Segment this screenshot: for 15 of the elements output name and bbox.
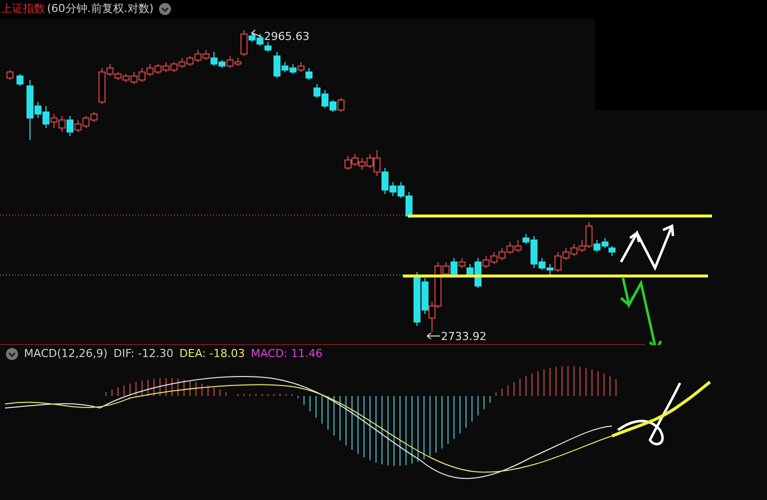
high-price-marker [252, 30, 262, 38]
indicator-name: MACD(12,26,9) [24, 346, 108, 360]
high-price-label: 2965.63 [264, 30, 310, 43]
low-price-label: 2733.92 [441, 330, 486, 343]
macd-value: MACD: 11.46 [250, 346, 322, 360]
projected-dif-drawing [617, 382, 682, 446]
down-arrow-drawing [620, 276, 662, 345]
arrow-icon [426, 332, 440, 340]
dif-value: DIF: -12.30 [114, 346, 174, 360]
chart-params: (60分钟.前复权.对数) [47, 2, 154, 16]
up-arrow-drawing [620, 224, 674, 271]
dea-value: DEA: -18.03 [179, 346, 245, 360]
dropdown-icon[interactable] [6, 348, 18, 360]
dropdown-icon[interactable] [158, 3, 171, 15]
index-name: 上证指数 [1, 2, 45, 16]
